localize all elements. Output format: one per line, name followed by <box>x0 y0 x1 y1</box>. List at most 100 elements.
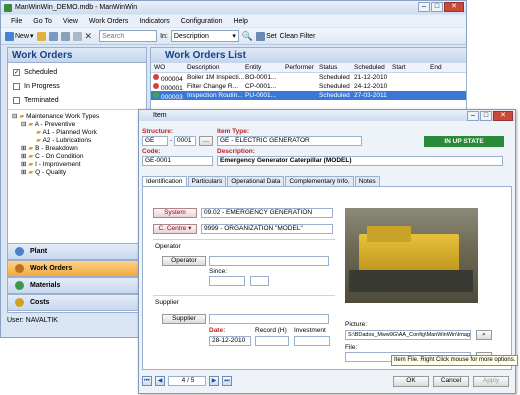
item-dialog: Item – □ ✕ Structure: GE - 0001 … Item T… <box>138 109 519 394</box>
tree-item[interactable]: ⊞ ▰ Q - Quality <box>12 169 146 177</box>
checkbox-checked-icon[interactable]: ✓ <box>13 68 20 76</box>
menu-configuration[interactable]: Configuration <box>181 18 223 25</box>
menu-indicators[interactable]: Indicators <box>139 18 169 25</box>
operator-group: Operator Operator Since: <box>153 239 335 289</box>
tree-item[interactable]: ▰ A2 - Lubrications <box>12 137 146 145</box>
nav-work-orders[interactable]: Work Orders <box>7 260 147 277</box>
structure-num-field[interactable]: 0001 <box>174 136 196 146</box>
tree-item[interactable]: ⊞ ▰ B - Breakdown <box>12 145 146 153</box>
print-icon[interactable] <box>60 31 70 41</box>
system-button[interactable]: System <box>153 208 197 218</box>
col-entity[interactable]: Entity <box>245 63 285 72</box>
open-icon[interactable] <box>36 31 46 41</box>
filter-terminated[interactable]: Terminated <box>8 93 146 107</box>
status-user: User: NAVALTIK <box>7 317 58 324</box>
set-button[interactable]: Set <box>256 31 277 41</box>
date-field[interactable]: 28-12-2010 <box>209 336 251 346</box>
picture-path-field[interactable]: S:\BDados_Mww9G\AA_Config\ManWinWin\Imag… <box>345 330 471 340</box>
menu-help[interactable]: Help <box>233 18 247 25</box>
folder-icon: ▰ <box>28 153 34 160</box>
dialog-minimize-button[interactable]: – <box>467 111 479 121</box>
first-record-icon[interactable]: ⏮ <box>142 376 152 386</box>
tree-item[interactable]: ⊞ ▰ C - On Condition <box>12 153 146 161</box>
col-start[interactable]: Start <box>392 63 430 72</box>
nav-label: Costs <box>30 299 50 306</box>
operator-button[interactable]: Operator <box>162 256 206 266</box>
next-record-icon[interactable]: ▶ <box>209 376 219 386</box>
investment-field[interactable] <box>294 336 330 346</box>
table-row-selected[interactable]: 000003 Inspection Routin... PU-0001... S… <box>151 91 466 100</box>
filter-scheduled[interactable]: ✓ Scheduled <box>8 65 146 79</box>
apply-button[interactable]: Apply <box>473 376 509 387</box>
operator-group-label: Operator <box>155 243 181 250</box>
code-field[interactable]: GE-0001 <box>142 156 213 166</box>
ok-button[interactable]: OK <box>393 376 429 387</box>
table-row[interactable]: 000001 Filter Change R... CP-0001... Sch… <box>151 82 466 91</box>
status-dot-icon <box>153 92 159 98</box>
tree-item[interactable]: ⊞ ▰ I - Improvement <box>12 161 146 169</box>
item-picture[interactable] <box>345 208 478 303</box>
operator-field[interactable] <box>209 256 329 266</box>
item-type-field[interactable]: GE - ELECTRIC GENERATOR <box>217 136 362 146</box>
save-icon[interactable] <box>48 31 58 41</box>
table-row[interactable]: 000004 Boiler 1M Inspecti... BO-0001... … <box>151 73 466 82</box>
tab-particulars[interactable]: Particulars <box>187 176 227 186</box>
col-description[interactable]: Description <box>187 63 245 72</box>
menu-file[interactable]: File <box>11 18 22 25</box>
tab-operational-data[interactable]: Operational Data <box>227 176 285 186</box>
folder-icon: ▰ <box>36 137 41 144</box>
menu-work-orders[interactable]: Work Orders <box>89 18 129 25</box>
close-button[interactable]: ✕ <box>444 2 464 12</box>
description-field[interactable]: Emergency Generator Caterpillar (MODEL) <box>217 156 503 166</box>
system-field[interactable]: 09.02 - EMERGENCY GENERATION <box>201 208 333 218</box>
supplier-field[interactable] <box>209 314 329 324</box>
checkbox-icon[interactable] <box>13 96 20 104</box>
menu-goto[interactable]: Go To <box>33 18 52 25</box>
clean-filter-button[interactable]: Clean Filter <box>280 33 316 40</box>
record-field[interactable] <box>255 336 289 346</box>
nav-materials[interactable]: Materials <box>7 277 147 294</box>
tree-label: B - Breakdown <box>35 145 78 152</box>
filter-in-progress[interactable]: In Progress <box>8 79 146 93</box>
cost-centre-button[interactable]: C. Centre ▾ <box>153 224 197 234</box>
search-input[interactable] <box>99 30 158 42</box>
since-date-field[interactable] <box>209 276 245 286</box>
col-wo[interactable]: WO <box>151 63 187 72</box>
tree-item[interactable]: ⊟ ▰ Maintenance Work Types <box>12 113 146 121</box>
minimize-button[interactable]: – <box>418 2 430 12</box>
search-in-select[interactable]: Description ▾ <box>170 30 239 42</box>
maximize-button[interactable]: □ <box>431 2 443 12</box>
col-status[interactable]: Status <box>319 63 354 72</box>
tree-item[interactable]: ▰ A1 - Planned Work <box>12 129 146 137</box>
prev-record-icon[interactable]: ◀ <box>155 376 165 386</box>
col-end[interactable]: End <box>430 63 460 72</box>
picture-attach-button[interactable]: ⌕ <box>476 330 492 340</box>
last-record-icon[interactable]: ⏭ <box>222 376 232 386</box>
tree-item[interactable]: ⊟ ▰ A - Preventive <box>12 121 146 129</box>
since-extra-field[interactable] <box>250 276 269 286</box>
supplier-button[interactable]: Supplier <box>162 314 206 324</box>
file-tooltip: Item File. Right Click mouse for more op… <box>391 355 519 366</box>
tab-identification[interactable]: Identification <box>142 176 187 186</box>
structure-code-field[interactable]: GE <box>142 136 168 146</box>
col-performer[interactable]: Performer <box>285 63 319 72</box>
dialog-maximize-button[interactable]: □ <box>480 111 492 121</box>
tab-notes[interactable]: Notes <box>354 176 380 186</box>
record-label: Record (H) <box>255 327 287 334</box>
menu-view[interactable]: View <box>63 18 78 25</box>
cost-centre-field[interactable]: 9999 - ORGANIZATION "MODEL" <box>201 224 333 234</box>
cell-entity: CP-0001... <box>245 83 277 90</box>
code-label: Code: <box>142 148 161 155</box>
new-button[interactable]: New ▾ <box>5 31 34 41</box>
dialog-close-button[interactable]: ✕ <box>493 111 513 121</box>
cancel-button[interactable]: Cancel <box>433 376 469 387</box>
structure-browse-button[interactable]: … <box>199 136 213 146</box>
delete-icon[interactable]: ✕ <box>85 31 93 42</box>
copy-icon[interactable] <box>72 31 82 41</box>
tab-complementary-info[interactable]: Complementary Info. <box>285 176 354 186</box>
nav-plant[interactable]: Plant <box>7 243 147 260</box>
nav-costs[interactable]: Costs <box>7 294 147 311</box>
search-icon[interactable]: 🔍 <box>242 31 253 42</box>
checkbox-icon[interactable] <box>13 82 20 90</box>
col-scheduled[interactable]: Scheduled <box>354 63 392 72</box>
